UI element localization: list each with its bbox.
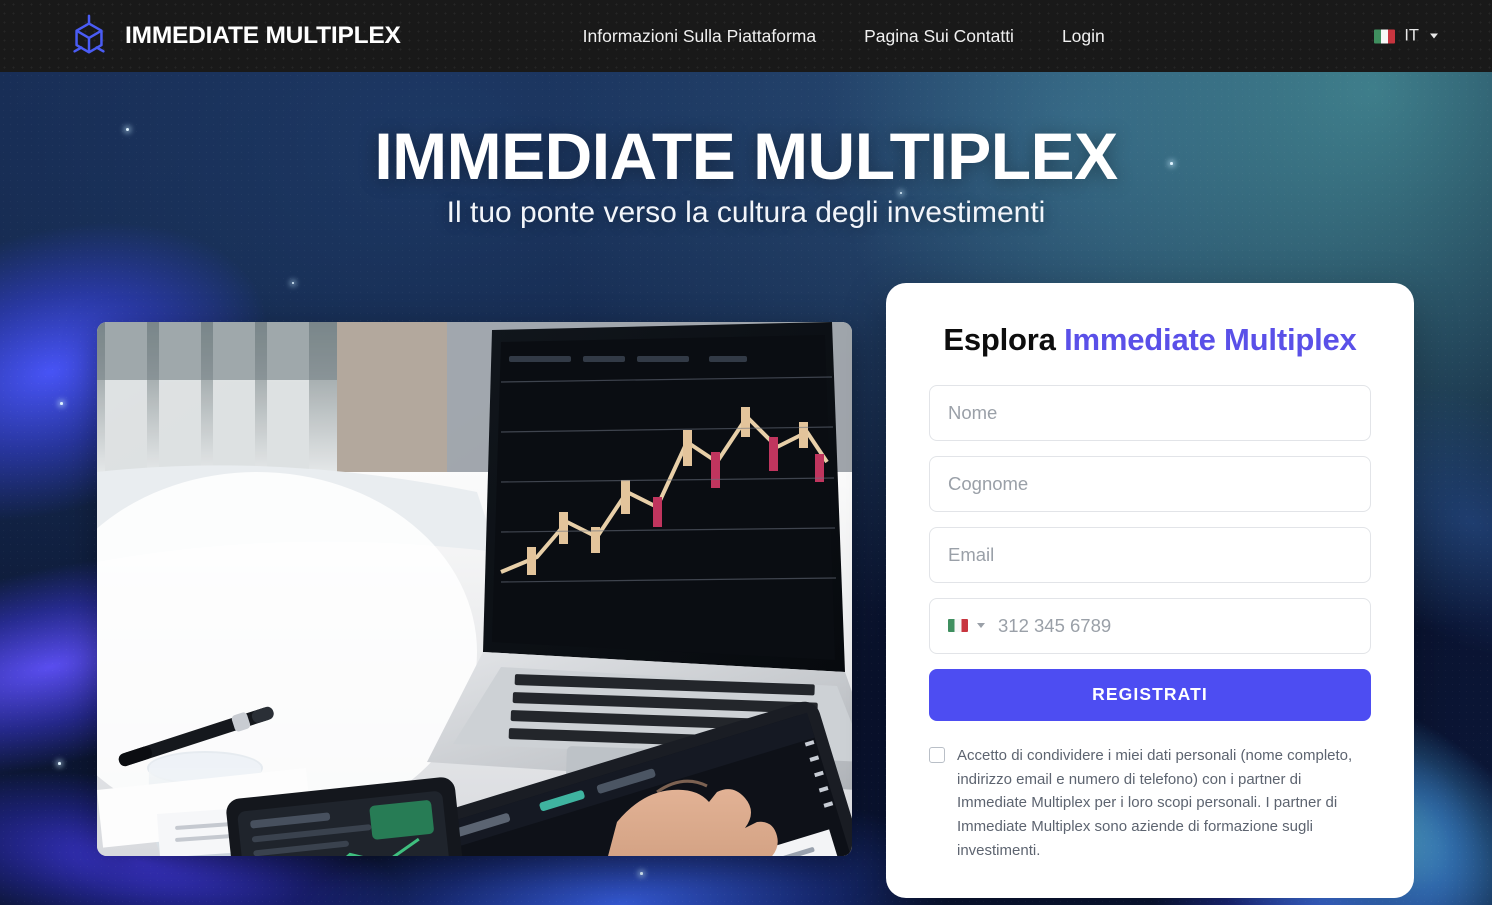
italy-flag-icon: [1374, 29, 1396, 43]
consent-checkbox[interactable]: [929, 746, 945, 763]
signup-title-plain: Esplora: [943, 322, 1065, 357]
cube-logo-icon: [66, 13, 112, 59]
language-selector[interactable]: IT: [1374, 27, 1438, 46]
email-field[interactable]: Email: [929, 526, 1371, 583]
cognome-field[interactable]: Cognome: [929, 455, 1371, 512]
nav-item-informazioni[interactable]: Informazioni Sulla Piattaforma: [559, 26, 840, 47]
nav-item-contatti[interactable]: Pagina Sui Contatti: [840, 26, 1038, 47]
chevron-down-icon: [1430, 33, 1438, 39]
phone-country-selector[interactable]: [948, 619, 985, 633]
nome-placeholder: Nome: [948, 401, 998, 423]
phone-field[interactable]: 312 345 6789: [929, 597, 1371, 654]
language-code: IT: [1404, 26, 1419, 45]
page-title: IMMEDIATE MULTIPLEX: [374, 119, 1118, 193]
brand-name: IMMEDIATE MULTIPLEX: [125, 22, 401, 49]
consent-row: Accetto di condividere i miei dati perso…: [929, 744, 1371, 862]
hero-image: [97, 322, 852, 856]
cognome-placeholder: Cognome: [948, 472, 1029, 494]
phone-placeholder: 312 345 6789: [998, 614, 1112, 636]
brand-logo[interactable]: IMMEDIATE MULTIPLEX: [66, 13, 401, 59]
signup-title-accent: Immediate Multiplex: [1064, 322, 1357, 357]
register-button[interactable]: REGISTRATI: [929, 668, 1371, 721]
consent-text: Accetto di condividere i miei dati perso…: [957, 746, 1353, 859]
italy-flag-icon: [948, 619, 968, 633]
main-nav: Informazioni Sulla Piattaforma Pagina Su…: [559, 26, 1129, 47]
site-header: IMMEDIATE MULTIPLEX Informazioni Sulla P…: [0, 0, 1492, 72]
email-placeholder: Email: [948, 543, 995, 565]
signup-card: Esplora Immediate Multiplex Nome Cognome…: [886, 283, 1414, 898]
signup-card-title: Esplora Immediate Multiplex: [929, 321, 1371, 359]
nome-field[interactable]: Nome: [929, 384, 1371, 441]
nav-item-login[interactable]: Login: [1038, 26, 1129, 47]
chevron-down-icon: [977, 623, 985, 629]
page-subtitle: Il tuo ponte verso la cultura degli inve…: [446, 196, 1046, 229]
